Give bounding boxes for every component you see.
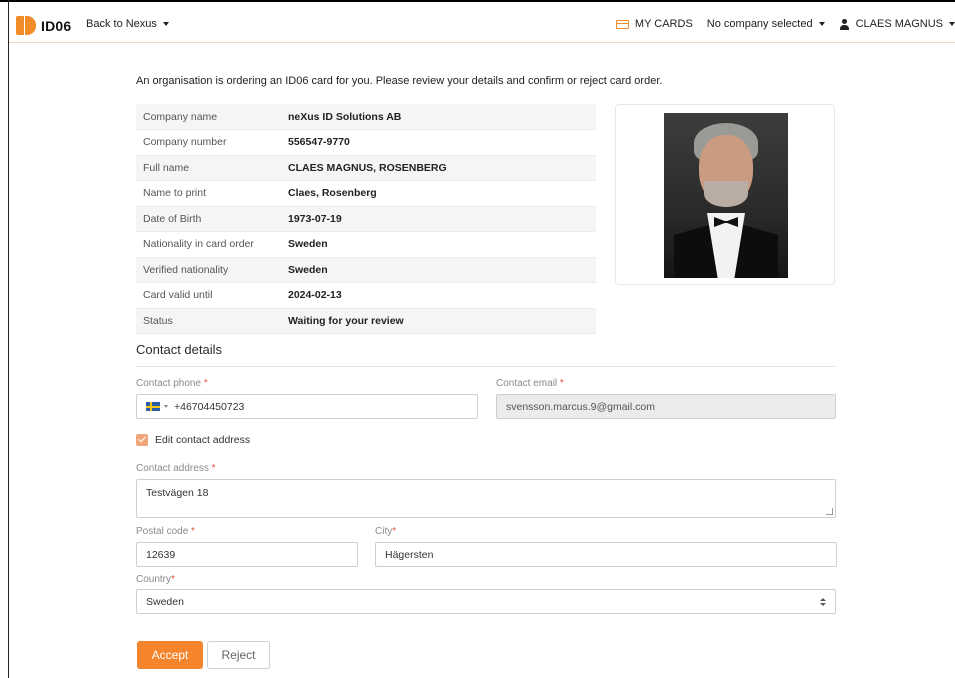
detail-label: Nationality in card order bbox=[143, 238, 254, 251]
country-value: Sweden bbox=[146, 595, 184, 608]
window-top-border bbox=[0, 0, 955, 2]
user-menu-dropdown[interactable]: CLAES MAGNUS bbox=[839, 18, 955, 30]
country-select[interactable]: Sweden bbox=[136, 589, 836, 614]
contact-address-value: Testvägen 18 bbox=[146, 487, 209, 499]
table-row: Name to print Claes, Rosenberg bbox=[136, 181, 596, 206]
detail-label: Name to print bbox=[143, 187, 207, 200]
table-row: Company name neXus ID Solutions AB bbox=[136, 104, 596, 130]
detail-value: 556547-9770 bbox=[288, 136, 350, 149]
reject-button[interactable]: Reject bbox=[207, 641, 270, 669]
contact-email-field[interactable]: svensson.marcus.9@gmail.com bbox=[496, 394, 836, 419]
resize-handle-icon[interactable] bbox=[826, 508, 833, 515]
table-row: Card valid until 2024-02-13 bbox=[136, 283, 596, 308]
contact-address-label: Contact address * bbox=[136, 463, 216, 474]
accept-button[interactable]: Accept bbox=[137, 641, 203, 669]
detail-value: 2024-02-13 bbox=[288, 289, 342, 302]
detail-value: Claes, Rosenberg bbox=[288, 187, 377, 200]
detail-value: Sweden bbox=[288, 238, 328, 251]
detail-value: neXus ID Solutions AB bbox=[288, 110, 402, 123]
country-label: Country* bbox=[136, 574, 175, 585]
detail-label: Company name bbox=[143, 110, 218, 123]
credit-card-icon bbox=[615, 19, 629, 29]
company-selector-dropdown[interactable]: No company selected bbox=[707, 18, 825, 30]
chevron-down-icon bbox=[949, 22, 955, 26]
detail-value: 1973-07-19 bbox=[288, 212, 342, 225]
my-cards-link[interactable]: MY CARDS bbox=[615, 18, 693, 30]
contact-phone-label: Contact phone * bbox=[136, 378, 208, 389]
contact-phone-field[interactable]: +46704450723 bbox=[136, 394, 478, 419]
sweden-flag-icon[interactable] bbox=[146, 402, 160, 411]
nav-right-group: MY CARDS No company selected CLAES MAGNU… bbox=[615, 18, 955, 30]
contact-email-value: svensson.marcus.9@gmail.com bbox=[506, 400, 655, 413]
postal-code-label: Postal code * bbox=[136, 526, 195, 537]
id06-logo[interactable]: ID06 bbox=[16, 16, 71, 35]
table-row: Status Waiting for your review bbox=[136, 308, 596, 334]
profile-photo-card bbox=[615, 104, 835, 285]
select-arrows-icon bbox=[820, 598, 826, 606]
city-value: Hägersten bbox=[385, 548, 434, 561]
detail-label: Company number bbox=[143, 136, 227, 149]
company-selector-label: No company selected bbox=[706, 18, 813, 30]
city-label: City* bbox=[375, 526, 397, 537]
logo-text: ID06 bbox=[41, 17, 72, 34]
window-left-border bbox=[8, 0, 9, 678]
back-to-nexus-label: Back to Nexus bbox=[86, 18, 157, 30]
detail-label: Verified nationality bbox=[143, 263, 229, 276]
top-navigation-bar: ID06 Back to Nexus MY CARDS No company s… bbox=[9, 9, 955, 43]
table-row: Verified nationality Sweden bbox=[136, 257, 596, 283]
edit-address-checkbox[interactable] bbox=[136, 434, 148, 446]
contact-phone-value: +46704450723 bbox=[174, 400, 245, 413]
card-details-table: Company name neXus ID Solutions AB Compan… bbox=[136, 104, 596, 334]
intro-text: An organisation is ordering an ID06 card… bbox=[136, 75, 663, 87]
city-input[interactable]: Hägersten bbox=[375, 542, 837, 567]
postal-code-input[interactable]: 12639 bbox=[136, 542, 358, 567]
postal-code-value: 12639 bbox=[146, 548, 176, 561]
detail-label: Status bbox=[143, 314, 173, 327]
chevron-down-icon bbox=[162, 22, 169, 26]
detail-label: Card valid until bbox=[143, 289, 213, 302]
detail-value: Sweden bbox=[288, 263, 328, 276]
chevron-down-icon bbox=[164, 405, 168, 408]
detail-label: Date of Birth bbox=[143, 212, 202, 225]
my-cards-label: MY CARDS bbox=[634, 18, 693, 30]
profile-photo bbox=[664, 113, 788, 278]
table-row: Full name CLAES MAGNUS, ROSENBERG bbox=[136, 155, 596, 181]
back-to-nexus-dropdown[interactable]: Back to Nexus bbox=[86, 18, 169, 30]
table-row: Nationality in card order Sweden bbox=[136, 232, 596, 257]
contact-address-textarea[interactable]: Testvägen 18 bbox=[136, 479, 836, 518]
contact-details-heading: Contact details bbox=[136, 342, 222, 357]
table-row: Company number 556547-9770 bbox=[136, 130, 596, 155]
section-divider bbox=[136, 366, 836, 367]
chevron-down-icon bbox=[818, 22, 825, 26]
contact-email-label: Contact email * bbox=[496, 378, 564, 389]
edit-address-label: Edit contact address bbox=[155, 434, 251, 446]
id06-logo-icon bbox=[16, 16, 36, 35]
user-name: CLAES MAGNUS bbox=[855, 18, 943, 30]
user-icon bbox=[839, 18, 849, 30]
edit-contact-address-option[interactable]: Edit contact address bbox=[136, 434, 250, 446]
detail-value: Waiting for your review bbox=[288, 314, 404, 327]
detail-label: Full name bbox=[143, 161, 190, 174]
table-row: Date of Birth 1973-07-19 bbox=[136, 206, 596, 232]
detail-value: CLAES MAGNUS, ROSENBERG bbox=[288, 161, 447, 174]
